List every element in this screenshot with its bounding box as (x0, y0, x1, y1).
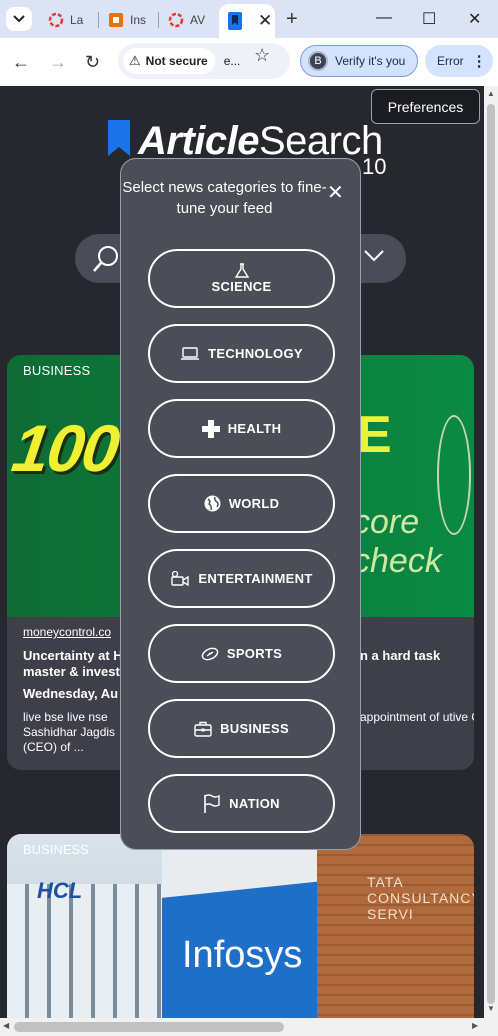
close-window-button[interactable]: ✕ (468, 9, 481, 29)
warning-triangle-icon: ⚠ (129, 53, 141, 68)
arrow-circle-icon (437, 415, 471, 535)
category-tag: BUSINESS (23, 842, 89, 857)
minimize-button[interactable]: — (376, 9, 392, 27)
verify-identity-button[interactable]: B Verify it's you (300, 45, 418, 77)
tab-1[interactable]: La (48, 6, 83, 34)
scroll-up-arrow-icon[interactable]: ▲ (487, 89, 495, 98)
video-camera-icon (171, 570, 190, 586)
profile-avatar: B (308, 51, 328, 71)
category-label: SCIENCE (211, 279, 272, 294)
category-tag: BUSINESS (23, 363, 91, 378)
close-icon[interactable]: ✕ (327, 183, 344, 203)
bookmark-star-icon[interactable]: ☆ (254, 45, 270, 66)
category-label: SPORTS (226, 646, 283, 661)
back-arrow-icon[interactable]: ← (12, 52, 30, 73)
tab-divider (158, 12, 159, 28)
card-title[interactable]: Uncertainty at H master & invest (23, 648, 133, 680)
category-label: TECHNOLOGY (208, 346, 303, 361)
logo-text: ArticleSearch (138, 120, 383, 162)
tab-3-label: AV (190, 13, 206, 27)
blue-bookmark-icon (228, 12, 242, 30)
briefcase-icon (194, 721, 212, 737)
laptop-icon (181, 346, 200, 360)
category-button-health[interactable]: HEALTH (148, 399, 335, 458)
tab-2[interactable]: Ins (108, 6, 146, 34)
logo-bold: Article (138, 119, 260, 163)
tab-divider (98, 12, 99, 28)
category-label: WORLD (228, 496, 280, 511)
category-button-nation[interactable]: NATION (148, 774, 335, 833)
image-text: Infosys (182, 934, 303, 976)
flask-icon (234, 263, 249, 278)
news-card-image: HCL Infosys TATA CONSULTANCY SERVI (7, 834, 474, 1018)
loading-ring-icon (168, 12, 184, 28)
card-date: Wednesday, Au (23, 686, 119, 701)
logo-suffix: 10 (362, 154, 387, 179)
kebab-menu-icon: ⋮ (471, 53, 487, 70)
verify-label: Verify it's you (335, 54, 406, 68)
tab-1-label: La (70, 13, 84, 27)
card-description-continued: appointment of utive Officer (360, 710, 474, 724)
tab-2-label: Ins (130, 13, 147, 27)
image-text: E (357, 406, 392, 464)
scroll-down-arrow-icon[interactable]: ▼ (487, 1004, 495, 1013)
football-icon (201, 647, 219, 660)
security-chip[interactable]: ⚠ Not secure (123, 48, 215, 74)
category-button-business[interactable]: BUSINESS (148, 699, 335, 758)
vertical-scrollbar[interactable]: ▲ ▼ (484, 86, 498, 1018)
error-label: Error (437, 54, 464, 68)
search-icon (93, 246, 118, 272)
tab-search-button[interactable] (6, 7, 32, 31)
category-label: ENTERTAINMENT (198, 571, 313, 586)
category-button-science[interactable]: SCIENCE (148, 249, 335, 308)
medical-cross-icon (201, 419, 220, 438)
toolbar: ← → ↻ ⚠ Not secure e... ☆ B Verify it's … (0, 38, 498, 86)
category-button-technology[interactable]: TECHNOLOGY (148, 324, 335, 383)
card-title-continued[interactable]: n a hard task (360, 648, 440, 663)
error-menu-button[interactable]: Error ⋮ (425, 45, 493, 77)
chevron-down-icon[interactable] (364, 250, 384, 262)
scrollbar-thumb[interactable] (487, 104, 495, 1004)
page-content: Preferences ArticleSearch 10 100 CAS E c… (0, 86, 484, 1018)
image-text: TATA CONSULTANCY SERVI (367, 874, 474, 922)
orange-square-icon (109, 13, 123, 27)
tab-strip: La Ins AV ✕ + — ☐ ✕ (0, 0, 498, 38)
category-button-sports[interactable]: SPORTS (148, 624, 335, 683)
bookmark-logo-icon (108, 120, 130, 156)
tab-active[interactable]: ✕ (219, 4, 275, 38)
tab-3[interactable]: AV (168, 6, 205, 34)
category-label: NATION (229, 796, 280, 811)
card-description: live bse live nse Sashidhar Jagdis (CEO)… (23, 710, 116, 754)
flag-icon (204, 793, 220, 813)
globe-icon (204, 495, 221, 512)
category-button-entertainment[interactable]: ENTERTAINMENT (148, 549, 335, 608)
image-panel (7, 884, 162, 1018)
image-text: HCL (37, 878, 83, 903)
forward-arrow-icon[interactable]: → (49, 52, 67, 73)
category-modal: Select news categories to fine-tune your… (120, 158, 361, 850)
chevron-down-icon (13, 15, 25, 23)
loading-ring-icon (48, 12, 64, 28)
modal-title: Select news categories to fine-tune your… (122, 179, 327, 217)
image-panel (317, 834, 474, 1018)
reload-icon[interactable]: ↻ (85, 52, 100, 73)
source-link[interactable]: moneycontrol.co (23, 625, 111, 639)
category-label: BUSINESS (220, 721, 289, 736)
new-tab-button[interactable]: + (286, 8, 298, 31)
category-button-world[interactable]: WORLD (148, 474, 335, 533)
scrollbar-thumb[interactable] (14, 1022, 284, 1032)
close-tab-icon[interactable]: ✕ (258, 11, 272, 31)
scroll-left-arrow-icon[interactable]: ◀ (3, 1021, 9, 1030)
scroll-right-arrow-icon[interactable]: ▶ (472, 1021, 478, 1030)
maximize-button[interactable]: ☐ (422, 9, 436, 29)
horizontal-scrollbar[interactable]: ◀ ▶ (0, 1018, 498, 1036)
url-text[interactable]: e... (224, 54, 241, 68)
preferences-button[interactable]: Preferences (371, 89, 480, 124)
category-label: HEALTH (227, 421, 282, 436)
news-card[interactable]: HCL Infosys TATA CONSULTANCY SERVI BUSIN… (7, 834, 474, 1018)
security-label: Not secure (145, 54, 208, 68)
